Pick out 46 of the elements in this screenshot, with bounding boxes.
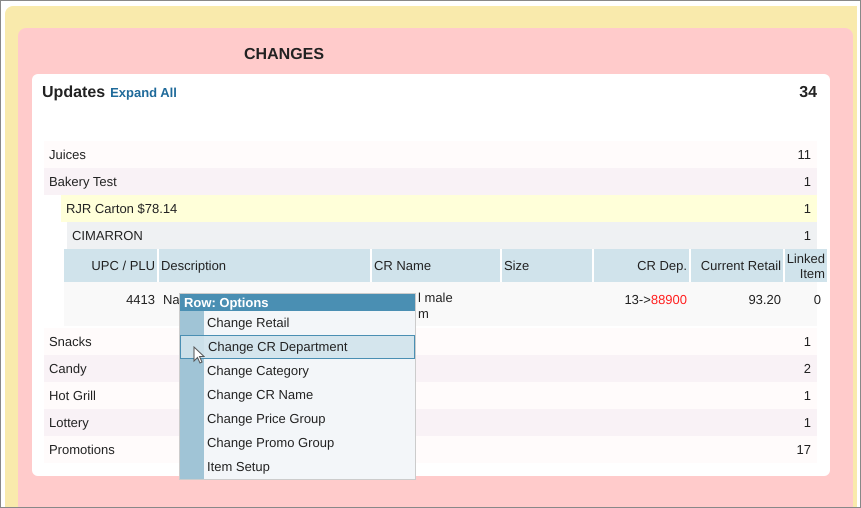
subgroup-count: 1 [804,200,811,218]
group-name: Promotions [49,440,115,459]
table-cell-text: 13->88900 [623,291,688,309]
group-name: Bakery Test [49,172,117,191]
group-count: 1 [804,414,811,432]
table-cell-text: 0 [812,291,822,309]
group-row[interactable]: Bakery Test 1 [44,168,817,195]
column-header: Description [159,249,372,282]
cursor-icon [193,346,205,364]
group-count: 1 [804,386,811,405]
table-cell: m [418,306,429,322]
group-count: 1 [804,172,811,191]
item-group-row[interactable]: CIMARRON 1 [67,222,817,249]
card-title: Updates [42,83,106,103]
subgroup-name: RJR Carton $78.14 [66,200,178,218]
subgroup-row[interactable]: RJR Carton $78.14 1 [61,195,817,222]
menu-title: Row: Options [180,294,415,311]
group-count: 17 [796,440,811,459]
group-name: Hot Grill [49,386,96,405]
group-name: Lottery [49,414,89,432]
menu-item[interactable]: Change Price Group [180,407,415,431]
group-row[interactable]: Juices 11 [44,141,817,168]
group-name: Candy [49,360,87,378]
expand-all-link[interactable]: Expand All [110,83,177,102]
column-header: Linked Item [785,249,829,282]
column-header: Size [502,249,594,282]
table-cell: l male [418,290,453,306]
column-header: CR Name [372,249,502,282]
column-header: Current Retail [691,249,785,282]
group-name: Juices [49,146,86,164]
table-cell: Na [163,292,180,307]
menu-item[interactable]: Change Category [180,359,415,383]
group-count: 2 [804,360,811,378]
menu-item[interactable]: Change CR Name [180,383,415,407]
item-group-count: 1 [804,226,811,245]
table-cell-text: 4413 [125,291,156,309]
menu-item[interactable]: Change CR Department [180,335,415,359]
item-group-name: CIMARRON [72,226,143,245]
table-cell-text: 93.20 [747,291,782,309]
column-header: UPC / PLU [64,249,159,282]
column-header: CR Dep. [594,249,691,282]
group-name: Snacks [49,332,92,351]
total-count: 34 [799,83,817,103]
group-count: 11 [798,146,811,164]
panel-title: CHANGES [244,45,324,65]
group-count: 1 [804,332,811,351]
